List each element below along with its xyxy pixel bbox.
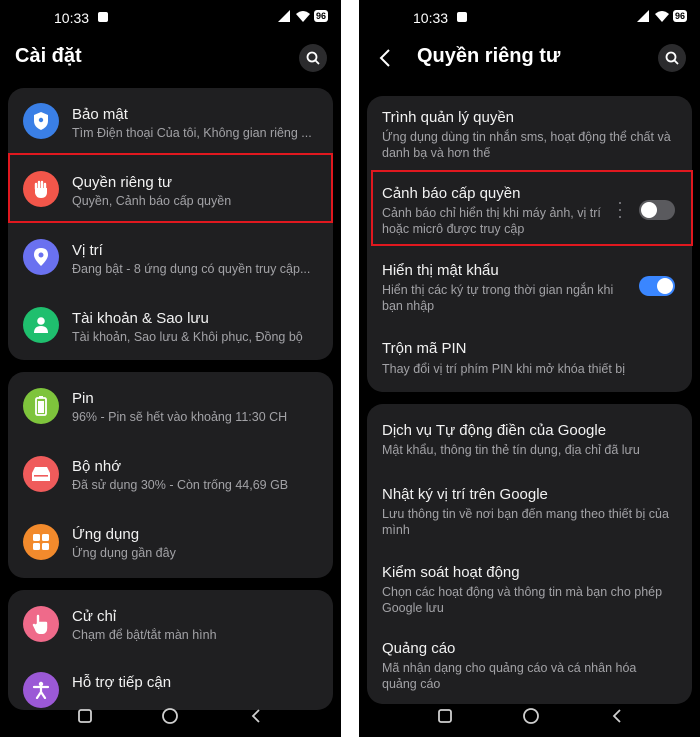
navigation-bar	[0, 695, 341, 737]
home-icon	[523, 708, 539, 724]
settings-item-security[interactable]: Bảo mật Tìm Điện thoại Của tôi, Không gi…	[8, 88, 333, 154]
settings-item-apps[interactable]: Ứng dụng Ứng dụng gần đây	[8, 508, 333, 576]
status-time: 10:33	[54, 10, 90, 26]
item-subtitle: Đã sử dụng 30% - Còn trống 44,69 GB	[72, 478, 289, 492]
page-title: Cài đặt	[15, 45, 82, 67]
settings-screen: 10:33 96 Cài đặt Bảo mật Tìm Điện thoại …	[0, 0, 341, 737]
battery-indicator: 96	[313, 10, 328, 22]
back-button[interactable]	[379, 46, 399, 70]
item-title: Bộ nhớ	[72, 458, 122, 475]
item-subtitle: Ứng dụng dùng tin nhắn sms, hoạt động th…	[382, 130, 671, 160]
item-subtitle: Ứng dụng gần đây	[72, 546, 176, 560]
item-title: Kiểm soát hoạt động	[382, 564, 520, 581]
signal-icon	[636, 10, 649, 22]
item-subtitle: Đang bật - 8 ứng dụng có quyền truy cập.…	[72, 262, 311, 276]
permission-alerts-highlight-box	[371, 170, 693, 246]
back-nav-button[interactable]	[246, 706, 266, 726]
back-nav-button[interactable]	[607, 706, 627, 726]
item-title: Quảng cáo	[382, 640, 456, 657]
privacy-item-shuffle-pin[interactable]: Trộn mã PIN Thay đổi vị trí phím PIN khi…	[367, 326, 692, 390]
settings-group-3: Cử chỉ Chạm để bật/tắt màn hình Hỗ trợ t…	[8, 590, 333, 710]
toggle-knob	[657, 278, 673, 294]
item-title: Hỗ trợ tiếp cận	[72, 674, 172, 691]
navigation-bar	[359, 695, 700, 737]
item-title: Cử chỉ	[72, 608, 117, 625]
item-subtitle: Thay đổi vị trí phím PIN khi mở khóa thi…	[382, 362, 626, 376]
status-bar: 10:33 96	[359, 0, 700, 34]
apps-grid-icon	[23, 524, 59, 560]
item-title: Nhật ký vị trí trên Google	[382, 486, 548, 503]
wifi-icon	[654, 11, 669, 22]
battery-indicator: 96	[672, 10, 687, 22]
item-title: Trình quản lý quyền	[382, 109, 515, 126]
privacy-item-google-autofill[interactable]: Dịch vụ Tự động điền của Google Mật khẩu…	[367, 404, 692, 468]
search-icon	[665, 51, 679, 65]
shield-icon	[23, 103, 59, 139]
wifi-icon	[295, 11, 310, 22]
item-title: Trộn mã PIN	[382, 340, 467, 357]
settings-item-battery[interactable]: Pin 96% - Pin sẽ hết vào khoảng 11:30 CH	[8, 372, 333, 440]
back-arrow-icon	[379, 49, 390, 67]
search-button[interactable]	[658, 44, 686, 72]
item-title: Dịch vụ Tự động điền của Google	[382, 422, 607, 439]
privacy-item-activity-controls[interactable]: Kiểm soát hoạt động Chọn các hoạt động v…	[367, 552, 692, 626]
item-subtitle: Chọn các hoạt động và thông tin mà bạn c…	[382, 585, 663, 615]
settings-item-storage[interactable]: Bộ nhớ Đã sử dụng 30% - Còn trống 44,69 …	[8, 440, 333, 508]
settings-item-gestures[interactable]: Cử chỉ Chạm để bật/tắt màn hình	[8, 590, 333, 658]
item-subtitle: Lưu thông tin về nơi bạn đến mang theo t…	[382, 507, 669, 537]
item-title: Vị trí	[72, 242, 103, 259]
privacy-item-ads[interactable]: Quảng cáo Mã nhận dạng cho quảng cáo và …	[367, 628, 692, 702]
item-subtitle: Chạm để bật/tắt màn hình	[72, 628, 217, 642]
recent-apps-button[interactable]	[435, 706, 455, 726]
recent-apps-icon	[438, 709, 452, 723]
item-subtitle: Tìm Điện thoại Của tôi, Không gian riêng…	[72, 126, 312, 140]
item-title: Tài khoản & Sao lưu	[72, 310, 209, 327]
home-button[interactable]	[160, 706, 180, 726]
settings-item-location[interactable]: Vị trí Đang bật - 8 ứng dụng có quyền tr…	[8, 224, 333, 290]
search-button[interactable]	[299, 44, 327, 72]
item-title: Hiển thị mật khẩu	[382, 262, 499, 279]
item-subtitle: Mã nhận dạng cho quảng cáo và cá nhân hó…	[382, 661, 637, 691]
home-button[interactable]	[521, 706, 541, 726]
status-time: 10:33	[413, 10, 449, 26]
recent-apps-icon	[78, 709, 92, 723]
privacy-item-google-location-history[interactable]: Nhật ký vị trí trên Google Lưu thông tin…	[367, 474, 692, 548]
storage-icon	[23, 456, 59, 492]
person-icon	[23, 307, 59, 343]
item-title: Pin	[72, 390, 94, 407]
notification-icon	[457, 12, 467, 22]
privacy-screen: 10:33 96 Quyền riêng tư Trình quản lý qu…	[359, 0, 700, 737]
item-subtitle: 96% - Pin sẽ hết vào khoảng 11:30 CH	[72, 410, 288, 424]
gesture-hand-icon	[23, 606, 59, 642]
item-subtitle: Hiển thị các ký tự trong thời gian ngắn …	[382, 283, 614, 313]
page-title: Quyền riêng tư	[417, 45, 561, 67]
item-subtitle: Mật khẩu, thông tin thẻ tín dụng, địa ch…	[382, 443, 640, 457]
home-icon	[162, 708, 178, 724]
battery-icon	[23, 388, 59, 424]
back-chevron-icon	[251, 709, 260, 723]
location-pin-icon	[23, 239, 59, 275]
item-title: Ứng dụng	[72, 526, 140, 543]
search-icon	[306, 51, 320, 65]
item-title: Bảo mật	[72, 106, 128, 123]
privacy-group-2: Dịch vụ Tự động điền của Google Mật khẩu…	[367, 404, 692, 704]
privacy-item-show-passwords[interactable]: Hiển thị mật khẩu Hiển thị các ký tự tro…	[367, 248, 692, 324]
notification-icon	[98, 12, 108, 22]
item-subtitle: Tài khoản, Sao lưu & Khôi phục, Đồng bộ	[72, 330, 303, 344]
privacy-item-permission-manager[interactable]: Trình quản lý quyền Ứng dụng dùng tin nh…	[367, 96, 692, 172]
signal-icon	[277, 10, 290, 22]
settings-group-1: Bảo mật Tìm Điện thoại Của tôi, Không gi…	[8, 88, 333, 360]
settings-group-2: Pin 96% - Pin sẽ hết vào khoảng 11:30 CH…	[8, 372, 333, 578]
privacy-highlight-box	[8, 153, 333, 223]
show-passwords-toggle[interactable]	[639, 276, 675, 296]
settings-item-accounts[interactable]: Tài khoản & Sao lưu Tài khoản, Sao lưu &…	[8, 292, 333, 358]
back-chevron-icon	[612, 709, 621, 723]
status-bar: 10:33 96	[0, 0, 341, 34]
recent-apps-button[interactable]	[75, 706, 95, 726]
